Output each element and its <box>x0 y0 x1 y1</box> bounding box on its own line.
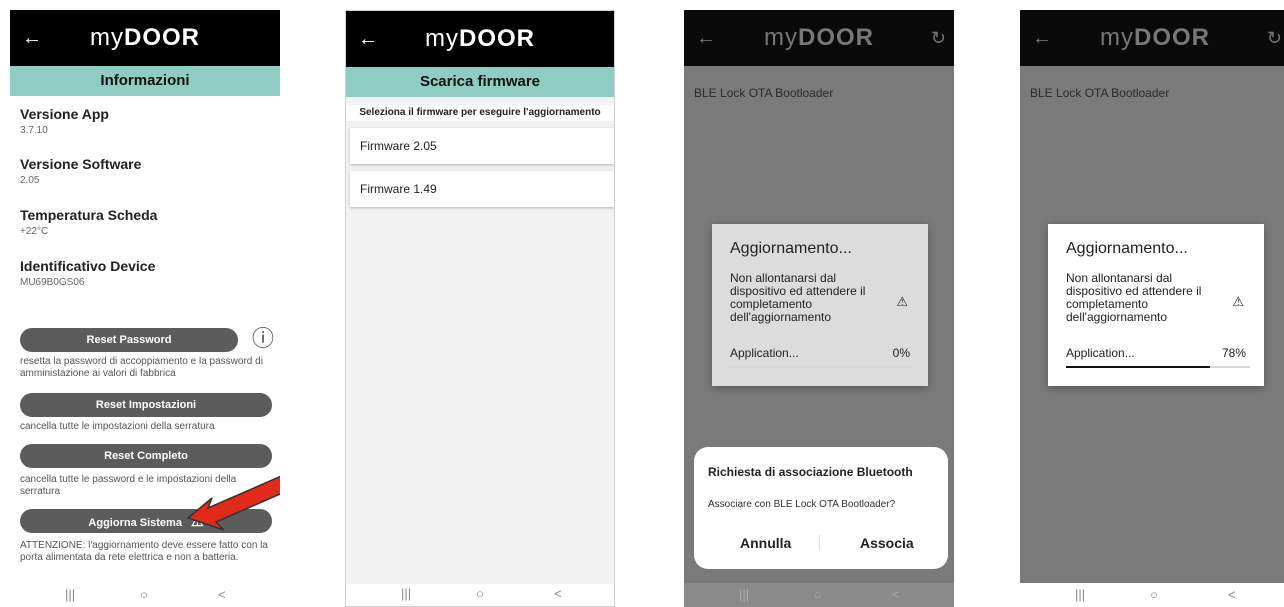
reset-complete-button[interactable]: Reset Completo <box>20 444 272 468</box>
top-bar: ← myDOOR <box>346 11 614 67</box>
firmware-instruction: Seleziona il firmware per eseguire l'agg… <box>346 105 614 121</box>
info-device-id: Identificativo Device MU69B0GS06 <box>20 258 156 288</box>
screen-informazioni: ← myDOOR Informazioni Versione App 3.7.10… <box>10 10 280 607</box>
nav-back-icon[interactable]: < <box>892 587 900 602</box>
dialog-title: Aggiornamento... <box>730 240 852 257</box>
sheet-title: Richiesta di associazione Bluetooth <box>708 465 913 479</box>
nav-back-icon[interactable]: < <box>1228 587 1236 602</box>
info-app-version: Versione App 3.7.10 <box>20 106 109 136</box>
screen-update-pairing: ← myDOOR ↻ BLE Lock OTA Bootloader Aggio… <box>684 10 954 607</box>
mydoor-logo: myDOOR <box>764 24 874 51</box>
screen-scarica-firmware: ← myDOOR Scarica firmware Seleziona il f… <box>345 10 615 607</box>
reset-settings-button[interactable]: Reset Impostazioni <box>20 393 272 417</box>
update-system-description: ATTENZIONE: l'aggiornamento deve essere … <box>20 540 268 563</box>
cancel-button[interactable]: Annulla <box>740 535 791 551</box>
mydoor-logo: myDOOR <box>425 25 535 52</box>
home-icon[interactable]: ○ <box>1150 587 1158 602</box>
progress-stage: Application... <box>730 346 799 360</box>
firmware-item[interactable]: Firmware 1.49 <box>350 171 614 207</box>
recent-apps-icon[interactable]: ||| <box>401 586 411 601</box>
sheet-message: Associare con BLE Lock OTA Bootloader? <box>708 499 896 510</box>
home-icon[interactable]: ○ <box>476 586 484 601</box>
info-icon[interactable]: ⓘ <box>252 327 274 351</box>
nav-back-icon[interactable]: < <box>554 586 562 601</box>
android-nav-bar: ||| ○ < <box>1020 583 1284 607</box>
top-bar: ← myDOOR <box>10 10 280 66</box>
warning-icon: ⚠ <box>1232 294 1244 309</box>
mydoor-logo: myDOOR <box>1100 24 1210 51</box>
device-name: BLE Lock OTA Bootloader <box>694 86 834 100</box>
warning-icon: ⚠ <box>896 294 908 309</box>
nav-back-icon[interactable]: < <box>218 587 226 602</box>
refresh-icon[interactable]: ↻ <box>931 28 946 49</box>
android-nav-bar: ||| ○ < <box>10 583 280 607</box>
android-nav-bar: ||| ○ < <box>684 583 954 607</box>
progress-bar <box>730 366 914 368</box>
reset-settings-description: cancella tutte le impostazioni della ser… <box>20 421 215 432</box>
progress-stage: Application... <box>1066 346 1135 360</box>
red-arrow-annotation <box>186 475 280 531</box>
update-dialog: Aggiornamento... Non allontanarsi dal di… <box>1048 224 1264 386</box>
mydoor-logo: myDOOR <box>90 24 200 51</box>
bluetooth-pairing-sheet: Richiesta di associazione Bluetooth Asso… <box>694 447 948 569</box>
android-nav-bar: ||| ○ < <box>346 582 614 606</box>
progress-fill <box>1066 366 1210 368</box>
recent-apps-icon[interactable]: ||| <box>1075 587 1085 602</box>
device-name: BLE Lock OTA Bootloader <box>1030 86 1170 100</box>
top-bar: ← myDOOR ↻ <box>684 10 954 66</box>
progress-bar <box>1066 366 1250 368</box>
home-icon[interactable]: ○ <box>814 587 822 602</box>
update-dialog: Aggiornamento... Non allontanarsi dal di… <box>712 224 928 386</box>
progress-percent: 78% <box>1221 346 1246 360</box>
refresh-icon[interactable]: ↻ <box>1267 28 1282 49</box>
recent-apps-icon[interactable]: ||| <box>739 587 749 602</box>
dialog-message: Non allontanarsi dal dispositivo ed atte… <box>730 271 866 324</box>
page-title: Informazioni <box>10 66 280 96</box>
firmware-item[interactable]: Firmware 2.05 <box>350 128 614 164</box>
top-bar: ← myDOOR ↻ <box>1020 10 1284 66</box>
screen-update-progress: ← myDOOR ↻ BLE Lock OTA Bootloader Aggio… <box>1020 10 1284 607</box>
button-separator <box>819 535 820 549</box>
pair-button[interactable]: Associa <box>860 535 914 551</box>
dialog-message: Non allontanarsi dal dispositivo ed atte… <box>1066 271 1202 324</box>
recent-apps-icon[interactable]: ||| <box>65 587 75 602</box>
reset-password-description: resetta la password di accoppiamento e l… <box>20 356 263 379</box>
reset-password-button[interactable]: Reset Password <box>20 328 238 352</box>
dialog-title: Aggiornamento... <box>1066 240 1188 257</box>
info-software-version: Versione Software 2.05 <box>20 156 142 186</box>
home-icon[interactable]: ○ <box>140 587 148 602</box>
info-board-temperature: Temperatura Scheda +22°C <box>20 207 158 237</box>
progress-percent: 0% <box>892 346 910 360</box>
page-title: Scarica firmware <box>346 67 614 97</box>
